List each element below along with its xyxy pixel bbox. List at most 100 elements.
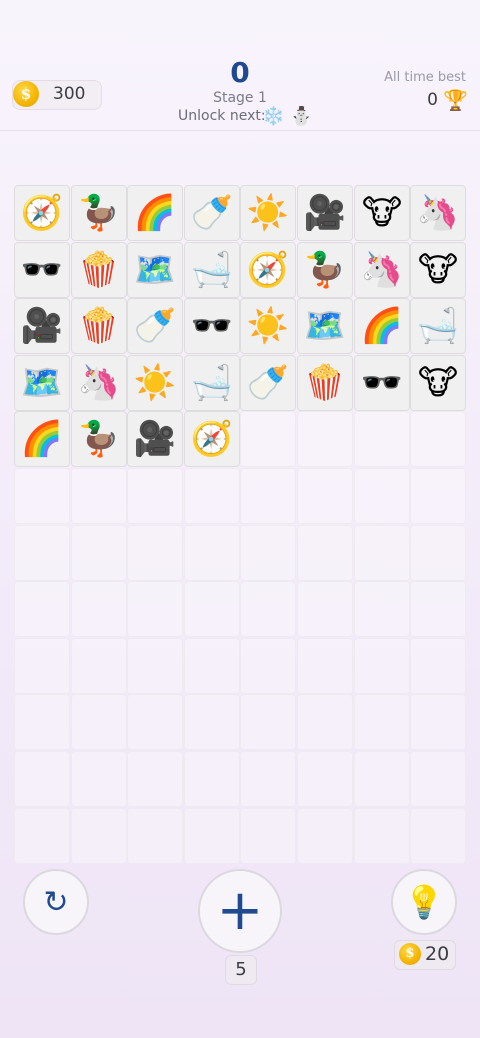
empty-cell bbox=[14, 581, 70, 637]
duck-tile[interactable]: 🦆 bbox=[71, 411, 127, 467]
empty-cell bbox=[410, 468, 466, 524]
empty-cell bbox=[354, 468, 410, 524]
empty-cell bbox=[71, 638, 127, 694]
empty-cell bbox=[184, 525, 240, 581]
hint-cost-badge: $ 20 bbox=[394, 940, 456, 970]
empty-cell bbox=[71, 581, 127, 637]
empty-cell bbox=[71, 468, 127, 524]
empty-cell bbox=[297, 581, 353, 637]
empty-cell bbox=[127, 638, 183, 694]
sun-tile[interactable]: ☀️ bbox=[127, 355, 183, 411]
bathtub-tile[interactable]: 🛁 bbox=[184, 355, 240, 411]
empty-cell bbox=[240, 638, 296, 694]
movie-camera-tile[interactable]: 🎥 bbox=[297, 185, 353, 241]
baby-bottle-tile[interactable]: 🍼 bbox=[240, 355, 296, 411]
empty-cell bbox=[240, 751, 296, 807]
add-tiles-button[interactable]: + bbox=[198, 869, 282, 953]
baby-bottle-tile[interactable]: 🍼 bbox=[127, 298, 183, 354]
hint-cost-amount: 20 bbox=[425, 943, 450, 965]
compass-tile[interactable]: 🧭 bbox=[240, 242, 296, 298]
empty-cell bbox=[354, 751, 410, 807]
empty-cell bbox=[184, 468, 240, 524]
empty-cell bbox=[410, 525, 466, 581]
empty-cell bbox=[354, 411, 410, 467]
sunglasses-tile[interactable]: 🕶️ bbox=[354, 355, 410, 411]
empty-cell bbox=[184, 808, 240, 864]
empty-cell bbox=[410, 581, 466, 637]
empty-cell bbox=[297, 468, 353, 524]
empty-cell bbox=[240, 525, 296, 581]
sun-tile[interactable]: ☀️ bbox=[240, 298, 296, 354]
empty-cell bbox=[410, 694, 466, 750]
empty-cell bbox=[14, 694, 70, 750]
cow-tile[interactable]: 🐮 bbox=[410, 355, 466, 411]
empty-cell bbox=[410, 411, 466, 467]
sunglasses-tile[interactable]: 🕶️ bbox=[14, 242, 70, 298]
refresh-icon: ↻ bbox=[43, 884, 69, 920]
empty-cell bbox=[297, 411, 353, 467]
popcorn-tile[interactable]: 🍿 bbox=[297, 355, 353, 411]
empty-cell bbox=[410, 751, 466, 807]
popcorn-tile[interactable]: 🍿 bbox=[71, 298, 127, 354]
rainbow-tile[interactable]: 🌈 bbox=[354, 298, 410, 354]
all-time-best-label: All time best bbox=[384, 70, 466, 85]
empty-cell bbox=[127, 525, 183, 581]
empty-cell bbox=[127, 751, 183, 807]
duck-tile[interactable]: 🦆 bbox=[71, 185, 127, 241]
baby-bottle-tile[interactable]: 🍼 bbox=[184, 185, 240, 241]
lightbulb-icon: 💡 bbox=[404, 883, 444, 921]
bathtub-tile[interactable]: 🛁 bbox=[410, 298, 466, 354]
empty-cell bbox=[71, 808, 127, 864]
empty-cell bbox=[71, 694, 127, 750]
shuffle-button[interactable]: ↻ bbox=[23, 869, 89, 935]
empty-cell bbox=[354, 808, 410, 864]
compass-tile[interactable]: 🧭 bbox=[184, 411, 240, 467]
empty-cell bbox=[354, 525, 410, 581]
empty-cell bbox=[240, 581, 296, 637]
empty-cell bbox=[240, 694, 296, 750]
empty-cell bbox=[297, 808, 353, 864]
unlock-next-label: Unlock next: bbox=[178, 108, 266, 124]
unicorn-tile[interactable]: 🦄 bbox=[71, 355, 127, 411]
map-tile[interactable]: 🗺️ bbox=[297, 298, 353, 354]
rainbow-tile[interactable]: 🌈 bbox=[14, 411, 70, 467]
hint-button[interactable]: 💡 bbox=[391, 869, 457, 935]
empty-cell bbox=[184, 751, 240, 807]
compass-tile[interactable]: 🧭 bbox=[14, 185, 70, 241]
empty-cell bbox=[14, 525, 70, 581]
empty-cell bbox=[127, 808, 183, 864]
top-bar: $ 300 0 Stage 1 Unlock next: ❄️ ⛄ All ti… bbox=[0, 0, 480, 131]
empty-cell bbox=[240, 808, 296, 864]
empty-cell bbox=[354, 581, 410, 637]
cow-tile[interactable]: 🐮 bbox=[410, 242, 466, 298]
movie-camera-tile[interactable]: 🎥 bbox=[14, 298, 70, 354]
duck-tile[interactable]: 🦆 bbox=[297, 242, 353, 298]
empty-cell bbox=[184, 638, 240, 694]
cow-tile[interactable]: 🐮 bbox=[354, 185, 410, 241]
rainbow-tile[interactable]: 🌈 bbox=[127, 185, 183, 241]
empty-cell bbox=[184, 694, 240, 750]
bathtub-tile[interactable]: 🛁 bbox=[184, 242, 240, 298]
all-time-best-value: 0 bbox=[427, 90, 438, 110]
empty-cell bbox=[297, 694, 353, 750]
sun-tile[interactable]: ☀️ bbox=[240, 185, 296, 241]
coin-icon: $ bbox=[399, 943, 421, 965]
empty-cell bbox=[410, 808, 466, 864]
sunglasses-tile[interactable]: 🕶️ bbox=[184, 298, 240, 354]
tile-board: 🧭 🦆 🌈 🍼 ☀️ 🎥 🐮 🦄 🕶️ 🍿 🗺️ 🛁 🧭 🦆 🦄 🐮 🎥 🍿 🍼 🕶️ ☀️ 🗺️ 🌈 🛁 🗺️ 🦄 ☀️ 🛁 🍼 🍿 🕶️… bbox=[14, 185, 466, 864]
empty-cell bbox=[354, 638, 410, 694]
empty-cell bbox=[127, 581, 183, 637]
popcorn-tile[interactable]: 🍿 bbox=[71, 242, 127, 298]
empty-cell bbox=[297, 525, 353, 581]
empty-cell bbox=[297, 751, 353, 807]
plus-icon: + bbox=[216, 878, 264, 943]
unicorn-tile[interactable]: 🦄 bbox=[354, 242, 410, 298]
empty-cell bbox=[354, 694, 410, 750]
unlock-next-icons: ❄️ ⛄ bbox=[262, 106, 313, 127]
unicorn-tile[interactable]: 🦄 bbox=[410, 185, 466, 241]
empty-cell bbox=[410, 638, 466, 694]
map-tile[interactable]: 🗺️ bbox=[127, 242, 183, 298]
movie-camera-tile[interactable]: 🎥 bbox=[127, 411, 183, 467]
map-tile[interactable]: 🗺️ bbox=[14, 355, 70, 411]
empty-cell bbox=[14, 468, 70, 524]
